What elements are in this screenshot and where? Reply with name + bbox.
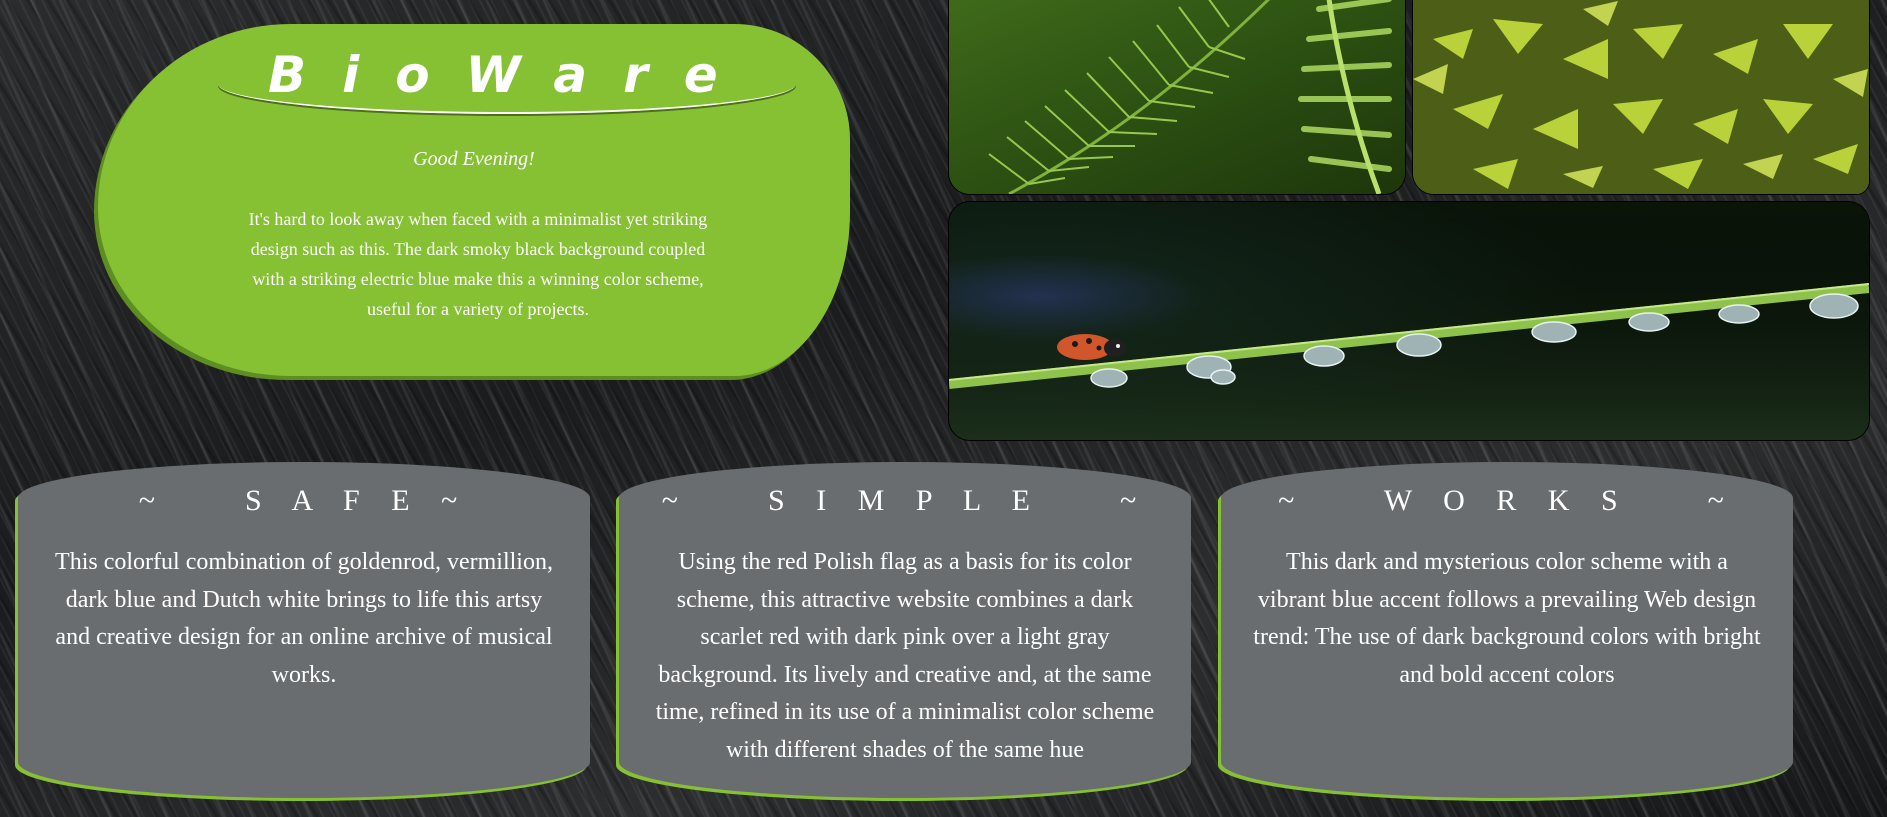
card-title: ~ W O R K S ~ [1278,484,1736,517]
hero-panel: BioWare Good Evening! It's hard to look … [98,24,850,376]
card-works: ~ W O R K S ~ This dark and mysterious c… [1221,462,1793,798]
greeting: Good Evening! [413,148,535,170]
card-body: This dark and mysterious color scheme wi… [1253,549,1761,688]
card-safe: ~ S A F E ~ This colorful combination of… [18,462,590,798]
card-title: ~ S I M P L E ~ [661,484,1149,517]
fern-photo [948,0,1406,195]
brand-logo[interactable]: BioWare [98,46,850,104]
ladybug-photo [948,201,1870,441]
intro-text: It's hard to look away when faced with a… [248,209,708,319]
card-body: Using the red Polish flag as a basis for… [655,549,1155,763]
card-body: This colorful combination of goldenrod, … [55,549,553,688]
card-title: ~ S A F E ~ [138,484,470,517]
card-simple: ~ S I M P L E ~ Using the red Polish fla… [619,462,1191,798]
leaves-photo [1412,0,1870,195]
